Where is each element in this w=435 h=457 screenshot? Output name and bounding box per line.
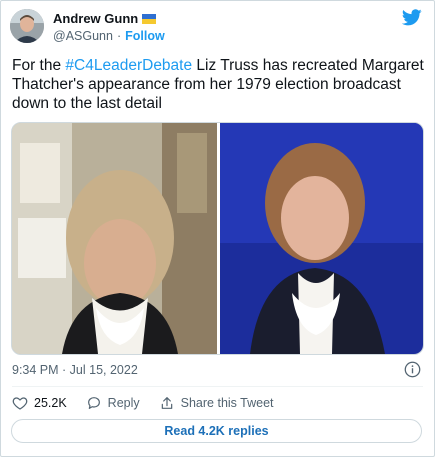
reply-label: Reply xyxy=(107,396,140,410)
hashtag-link[interactable]: #C4LeaderDebate xyxy=(65,57,192,74)
handle-row: @ASGunn · Follow xyxy=(53,29,165,43)
like-count: 25.2K xyxy=(34,396,67,410)
follow-link[interactable]: Follow xyxy=(125,29,165,43)
share-button[interactable]: Share this Tweet xyxy=(159,395,274,411)
divider xyxy=(12,386,423,387)
avatar[interactable] xyxy=(10,9,44,43)
info-icon[interactable] xyxy=(404,361,421,378)
tweet-text: For the #C4LeaderDebate Liz Truss has re… xyxy=(12,56,427,113)
author-name[interactable]: Andrew Gunn xyxy=(53,11,157,26)
twitter-bird-icon[interactable] xyxy=(402,9,422,26)
tweet-card: Andrew Gunn @ASGunn · Follow For the #C4… xyxy=(0,0,435,457)
photo-left[interactable] xyxy=(12,123,217,354)
heart-icon xyxy=(12,397,28,410)
handle-separator: · xyxy=(116,29,122,43)
share-label: Share this Tweet xyxy=(180,396,274,410)
tweet-text-before: For the xyxy=(12,57,66,74)
author-handle[interactable]: @ASGunn xyxy=(53,29,113,43)
reply-button[interactable]: Reply xyxy=(86,395,140,411)
photo-right[interactable] xyxy=(220,123,424,354)
speech-bubble-icon xyxy=(87,397,100,409)
like-button[interactable]: 25.2K xyxy=(12,395,67,411)
tweet-timestamp[interactable]: 9:34 PM · Jul 15, 2022 xyxy=(12,363,138,377)
ukraine-flag-icon xyxy=(142,13,157,24)
read-replies-button[interactable]: Read 4.2K replies xyxy=(11,419,422,443)
tweet-media[interactable] xyxy=(11,122,424,355)
author-display-name[interactable]: Andrew Gunn xyxy=(53,11,138,26)
share-arrow-icon xyxy=(161,397,172,409)
action-bar: 25.2K Reply Share this Tweet xyxy=(12,394,293,412)
